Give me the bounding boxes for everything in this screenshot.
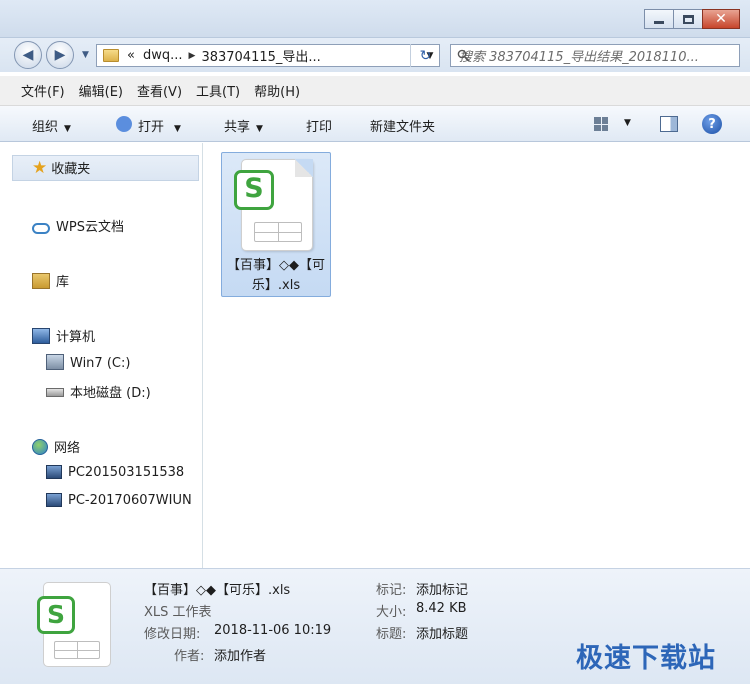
refresh-button[interactable]: ↻ [410,44,440,67]
window-controls: ✕ [644,9,740,29]
detail-size-value: 8.42 KB [416,601,467,616]
network-icon [32,439,48,455]
preview-pane-icon[interactable] [660,116,678,132]
share-button[interactable]: 共享 ▼ [224,116,263,135]
nav-label: WPS云文档 [56,220,124,235]
system-drive-icon [46,354,64,370]
navigation-pane[interactable]: ★ 收藏夹 WPS云文档 库 计算机 Win7 (C:) 本地磁盘 (D:) 网络… [0,143,203,568]
detail-file-name: 【百事】◇◆【可乐】.xls [144,583,291,598]
wps-spreadsheet-logo: S [37,596,75,634]
detail-size-label: 大小: [376,605,407,620]
detail-title-label: 标题: [376,627,407,642]
nav-item-drive-d[interactable]: 本地磁盘 (D:) [46,382,151,401]
menu-tools[interactable]: 工具(T) [189,81,247,100]
file-name: 【百事】◇◆【可乐】.xls [227,258,325,293]
page-fold [295,159,313,177]
maximize-button[interactable] [673,9,703,29]
new-folder-button[interactable]: 新建文件夹 [370,116,435,135]
chevron-down-icon: ▼ [256,124,263,134]
detail-file-type: XLS 工作表 [144,605,212,620]
forward-arrow-icon: ▶ [54,47,66,63]
view-options-icon[interactable] [594,117,608,131]
nav-label: 本地磁盘 (D:) [70,386,151,401]
menu-bar: 文件(F) 编辑(E) 查看(V) 工具(T) 帮助(H) [0,76,750,106]
close-button[interactable]: ✕ [702,9,740,29]
breadcrumb-item-current[interactable]: 383704115_导出... [195,46,326,65]
cloud-icon [32,223,50,234]
back-button[interactable]: ◀ [14,41,42,69]
detail-title-value[interactable]: 添加标题 [416,623,468,642]
file-item[interactable]: S 【百事】◇◆【可乐】.xls [221,152,331,297]
menu-help[interactable]: 帮助(H) [247,81,307,100]
nav-item-computer[interactable]: 计算机 [32,326,95,345]
nav-label: Win7 (C:) [70,356,131,371]
xls-file-icon-large: S [37,582,111,667]
file-list[interactable]: S 【百事】◇◆【可乐】.xls [204,143,750,568]
minimize-button[interactable] [644,9,674,29]
watermark-logo: 极速下载站 [576,643,716,674]
nav-label: 计算机 [56,330,96,345]
nav-item-pc2[interactable]: PC-20170607WIUN [46,493,192,508]
search-icon [457,49,470,62]
view-dropdown-icon[interactable]: ▼ [624,118,631,128]
recent-pages-dropdown-icon[interactable]: ▼ [82,50,89,60]
forward-button[interactable]: ▶ [46,41,74,69]
detail-modified-label: 修改日期: [144,627,201,642]
detail-author-label: 作者: [174,649,205,664]
organize-label: 组织 [32,120,59,135]
close-icon: ✕ [715,11,727,27]
nav-item-network[interactable]: 网络 [32,437,80,456]
nav-label: 库 [56,275,70,290]
maximize-icon [682,14,694,24]
nav-item-drive-c[interactable]: Win7 (C:) [46,354,130,371]
open-button[interactable]: 打开 ▼ [116,116,181,135]
nav-item-wps-cloud[interactable]: WPS云文档 [32,216,124,235]
search-placeholder: 搜索 383704115_导出结果_2018110... [459,50,699,65]
back-arrow-icon: ◀ [22,47,34,63]
refresh-icon: ↻ [419,47,432,64]
nav-item-favorites[interactable]: ★ 收藏夹 [32,158,90,178]
open-label: 打开 [138,120,165,135]
breadcrumb-separator-icon[interactable]: ▶ [189,51,196,61]
nav-item-library[interactable]: 库 [32,271,69,290]
chevron-down-icon: ▼ [64,124,71,134]
detail-tags-value[interactable]: 添加标记 [416,579,468,598]
detail-author-value[interactable]: 添加作者 [214,645,266,664]
menu-edit[interactable]: 编辑(E) [72,81,130,100]
star-icon: ★ [32,158,48,178]
hard-drive-icon [46,388,64,397]
spreadsheet-grid-icon [254,222,302,242]
nav-label: 收藏夹 [51,162,91,177]
library-icon [32,273,50,289]
title-bar: ✕ [0,0,750,38]
wps-spreadsheet-logo: S [234,170,274,210]
network-computer-icon [46,465,62,479]
share-label: 共享 [224,120,251,135]
address-row: ◀ ▶ ▼ « dwq... ▶ 383704115_导出... ▼ ↻ 搜索 … [0,38,750,72]
computer-icon [32,328,50,344]
spreadsheet-grid-icon [54,641,100,659]
search-input[interactable]: 搜索 383704115_导出结果_2018110... [450,44,740,67]
wps-open-icon [116,116,132,132]
nav-label: 网络 [54,441,81,456]
breadcrumb-item[interactable]: dwq... [137,48,189,63]
breadcrumb-overflow[interactable]: « [119,48,137,63]
print-button[interactable]: 打印 [306,116,332,135]
command-bar: 组织 ▼ 打开 ▼ 共享 ▼ 打印 新建文件夹 ▼ ? [0,106,750,142]
help-icon[interactable]: ? [702,114,722,134]
nav-label: PC-20170607WIUN [68,493,192,508]
menu-file[interactable]: 文件(F) [14,81,72,100]
minimize-icon [654,20,664,24]
folder-icon [103,49,119,62]
organize-button[interactable]: 组织 ▼ [32,116,71,135]
nav-label: PC201503151538 [68,465,185,480]
chevron-down-icon: ▼ [174,124,181,134]
detail-modified-value: 2018-11-06 10:19 [214,623,332,638]
nav-item-pc1[interactable]: PC201503151538 [46,465,184,480]
network-computer-icon [46,493,62,507]
menu-view[interactable]: 查看(V) [130,81,189,100]
xls-file-icon: S [234,159,313,251]
address-bar[interactable]: « dwq... ▶ 383704115_导出... ▼ [96,44,440,67]
detail-tags-label: 标记: [376,583,407,598]
